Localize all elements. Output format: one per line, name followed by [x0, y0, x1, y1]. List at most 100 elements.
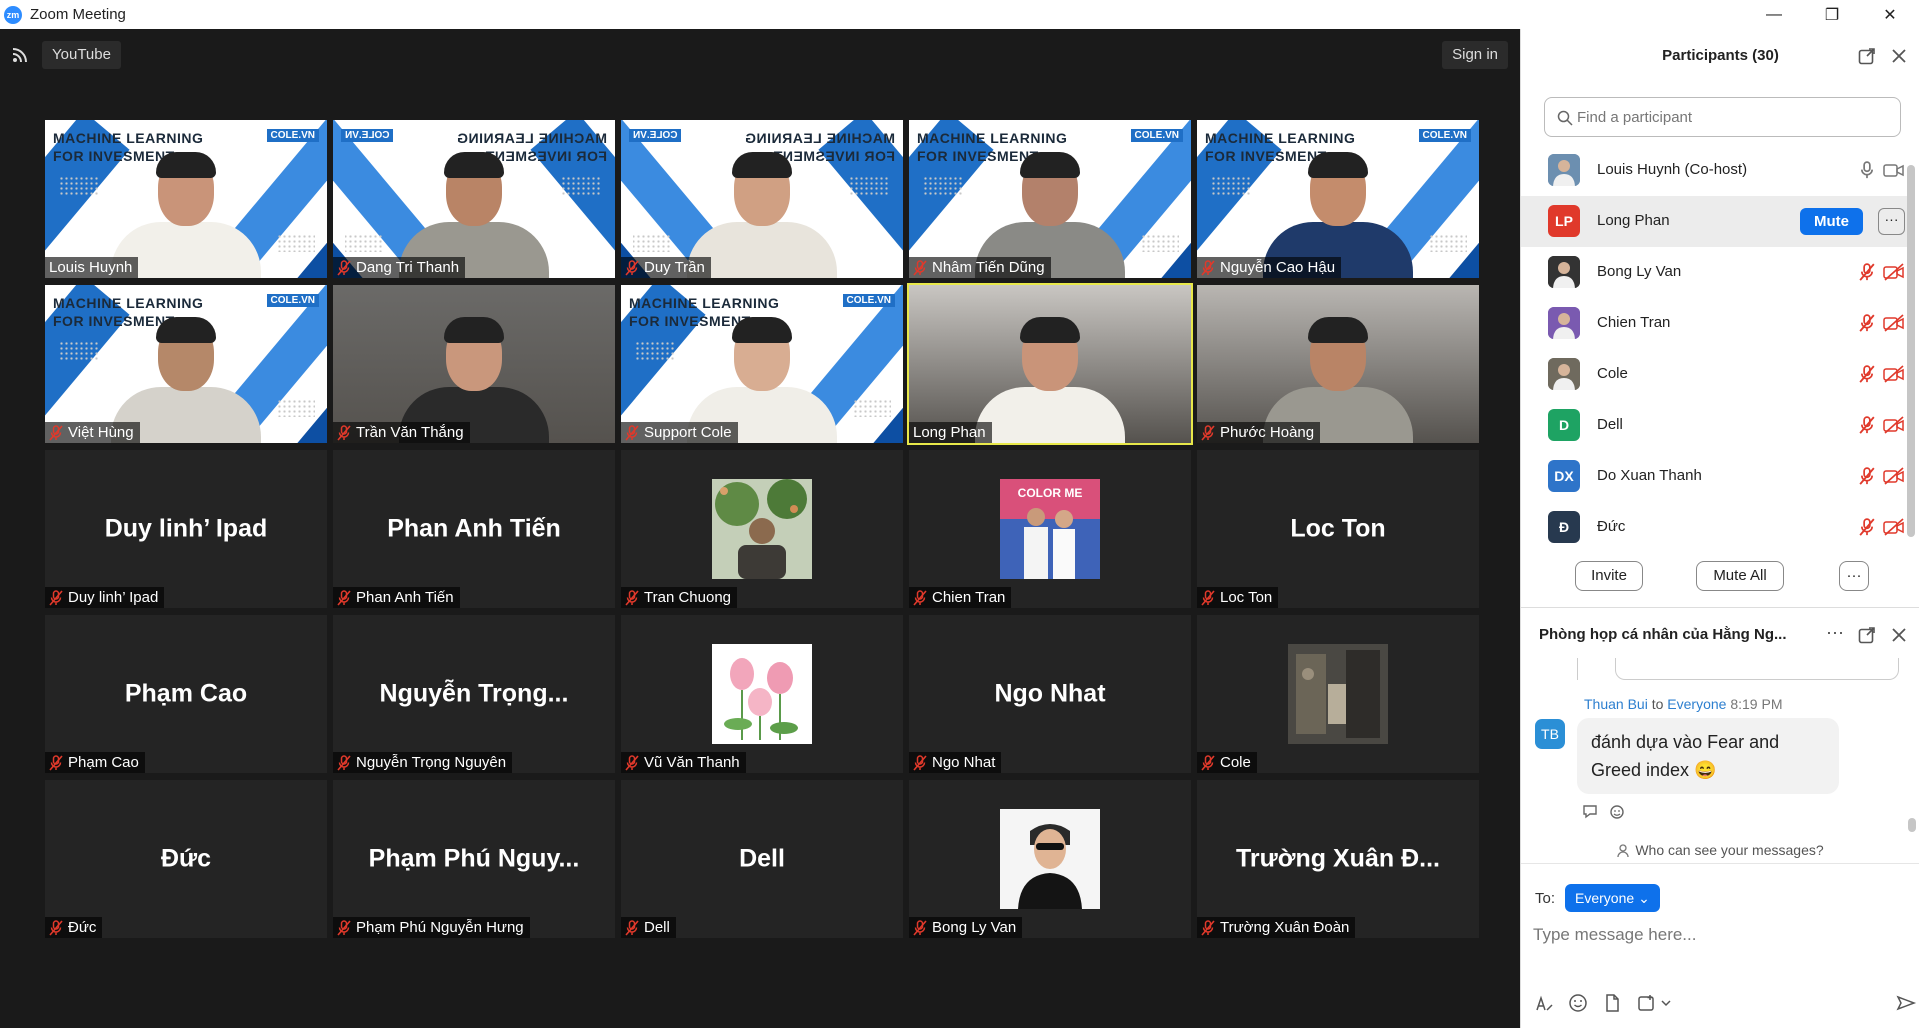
muted-mic-icon — [1201, 919, 1215, 936]
participants-more-button[interactable]: ··· — [1839, 561, 1869, 591]
muted-mic-icon — [337, 589, 351, 606]
divider — [1521, 863, 1919, 864]
muted-mic-icon — [913, 919, 927, 936]
man-photo — [1000, 809, 1100, 909]
video-tile[interactable]: Duy linh’ Ipad Duy linh’ Ipad — [45, 450, 327, 608]
chat-message-input[interactable] — [1533, 920, 1903, 950]
video-tile[interactable]: Loc Ton Loc Ton — [1197, 450, 1479, 608]
chat-more-button[interactable]: ··· — [1826, 622, 1844, 643]
chat-header: Phòng họp cá nhân của Hằng Ng... ··· — [1521, 608, 1919, 658]
screenshot-icon[interactable] — [1635, 992, 1657, 1014]
who-can-see-link[interactable]: Who can see your messages? — [1521, 842, 1919, 858]
video-off-icon[interactable] — [1883, 314, 1905, 332]
muted-mic-icon[interactable] — [1859, 518, 1875, 536]
participant-row[interactable]: Chien Tran — [1521, 298, 1913, 349]
participant-row[interactable]: Louis Huynh (Co-host) — [1521, 145, 1913, 196]
recipient-dropdown[interactable]: Everyone ⌄ — [1565, 884, 1660, 912]
muted-mic-icon[interactable] — [1859, 263, 1875, 281]
video-off-icon[interactable] — [1883, 365, 1905, 383]
emoji-icon[interactable] — [1567, 992, 1589, 1014]
tree-photo — [712, 479, 812, 579]
format-text-icon[interactable] — [1533, 992, 1555, 1014]
mute-participant-button[interactable]: Mute — [1800, 208, 1863, 235]
video-tile[interactable]: Trần Văn Thắng — [333, 285, 615, 443]
video-tile[interactable]: MACHINE LEARNING FOR INVESMENT COLE.VN Duy … — [621, 120, 903, 278]
video-tile[interactable]: Vũ Văn Thanh — [621, 615, 903, 773]
close-window-button[interactable]: ✕ — [1861, 0, 1919, 29]
video-camera-icon[interactable] — [1883, 161, 1905, 179]
participant-row[interactable]: LP Long Phan Mute ··· — [1521, 196, 1913, 247]
muted-mic-icon — [625, 589, 639, 606]
video-tile[interactable]: Phước Hoàng — [1197, 285, 1479, 443]
video-off-icon[interactable] — [1883, 263, 1905, 281]
participant-name: Support Cole — [644, 424, 732, 441]
participant-row[interactable]: D Dell — [1521, 400, 1913, 451]
participant-name: Nguyễn Trọng Nguyên — [356, 754, 507, 771]
video-tile[interactable]: Phan Anh Tiến Phan Anh Tiến — [333, 450, 615, 608]
send-icon[interactable] — [1895, 992, 1917, 1014]
video-tile[interactable]: Phạm Cao Phạm Cao — [45, 615, 327, 773]
live-stream-icon[interactable] — [12, 47, 28, 63]
participant-row[interactable]: Bong Ly Van — [1521, 247, 1913, 298]
participant-avatar: Đ — [1548, 511, 1580, 543]
reply-and-react-icons[interactable] — [1581, 802, 1641, 822]
video-tile[interactable]: Cole — [1197, 615, 1479, 773]
recipient-row: To: Everyone ⌄ — [1535, 884, 1660, 912]
close-chat-icon[interactable] — [1890, 626, 1908, 644]
invite-button[interactable]: Invite — [1575, 561, 1643, 591]
video-tile[interactable]: MACHINE LEARNING FOR INVESMENT COLE.VN Nguy… — [1197, 120, 1479, 278]
muted-mic-icon — [337, 424, 351, 441]
video-tile[interactable]: Bong Ly Van — [909, 780, 1191, 938]
chat-pop-out-icon[interactable] — [1858, 626, 1876, 644]
video-tile[interactable]: Tran Chuong — [621, 450, 903, 608]
participant-name-label: Cole — [1197, 752, 1257, 773]
participant-list-scrollbar[interactable] — [1907, 165, 1915, 537]
minimize-button[interactable]: — — [1745, 0, 1803, 29]
muted-mic-icon — [625, 754, 639, 771]
video-off-icon[interactable] — [1883, 467, 1905, 485]
mic-icon[interactable] — [1859, 161, 1875, 179]
participant-name: Dell — [644, 919, 670, 936]
mute-all-button[interactable]: Mute All — [1696, 561, 1784, 591]
participant-name: Long Phan — [913, 424, 986, 441]
live-stream-youtube-label[interactable]: YouTube — [42, 41, 121, 69]
participant-list-name: Đức — [1597, 518, 1626, 535]
participant-row[interactable]: Cole — [1521, 349, 1913, 400]
muted-mic-icon — [1201, 424, 1215, 441]
participant-row[interactable]: DX Do Xuan Thanh — [1521, 451, 1913, 502]
video-tile[interactable]: MACHINE LEARNING FOR INVESMENT COLE.VN Việt… — [45, 285, 327, 443]
participant-name: Phạm Cao — [68, 754, 139, 771]
video-tile[interactable]: COLOR ME Chien Tran — [909, 450, 1191, 608]
pop-out-icon[interactable] — [1858, 47, 1876, 65]
video-tile[interactable]: Đức Đức — [45, 780, 327, 938]
chevron-down-icon[interactable] — [1659, 992, 1673, 1014]
video-tile[interactable]: Dell Dell — [621, 780, 903, 938]
video-tile[interactable]: Trường Xuân Đ... Trường Xuân Đoàn — [1197, 780, 1479, 938]
participant-row[interactable]: Đ Đức — [1521, 502, 1913, 553]
video-tile[interactable]: Ngo Nhat Ngo Nhat — [909, 615, 1191, 773]
muted-mic-icon[interactable] — [1859, 365, 1875, 383]
muted-mic-icon[interactable] — [1859, 467, 1875, 485]
participant-more-button[interactable]: ··· — [1878, 208, 1905, 235]
video-off-icon[interactable] — [1883, 518, 1905, 536]
close-participants-icon[interactable] — [1890, 47, 1908, 65]
file-icon[interactable] — [1601, 992, 1623, 1014]
video-tile[interactable]: MACHINE LEARNING FOR INVESMENT COLE.VN Nhâm… — [909, 120, 1191, 278]
message-sender[interactable]: Thuan Bui — [1584, 696, 1648, 712]
participant-search-input[interactable] — [1577, 106, 1887, 128]
muted-mic-icon[interactable] — [1859, 314, 1875, 332]
participant-search[interactable] — [1544, 97, 1901, 137]
video-tile[interactable]: MACHINE LEARNING FOR INVESMENT COLE.VN Supp… — [621, 285, 903, 443]
muted-mic-icon — [1201, 259, 1215, 276]
chat-scrollbar[interactable] — [1908, 818, 1916, 832]
sign-in-button[interactable]: Sign in — [1442, 41, 1508, 69]
restore-button[interactable]: ❐ — [1803, 0, 1861, 29]
participant-name: Cole — [1220, 754, 1251, 771]
video-tile[interactable]: Nguyễn Trọng... Nguyễn Trọng Nguyên — [333, 615, 615, 773]
video-tile[interactable]: Phạm Phú Nguy... Phạm Phú Nguyễn Hưng — [333, 780, 615, 938]
video-tile[interactable]: Long Phan — [907, 283, 1193, 445]
video-off-icon[interactable] — [1883, 416, 1905, 434]
video-tile[interactable]: MACHINE LEARNING FOR INVESMENT COLE.VN Dang… — [333, 120, 615, 278]
video-tile[interactable]: MACHINE LEARNING FOR INVESMENT COLE.VN Loui… — [45, 120, 327, 278]
muted-mic-icon[interactable] — [1859, 416, 1875, 434]
